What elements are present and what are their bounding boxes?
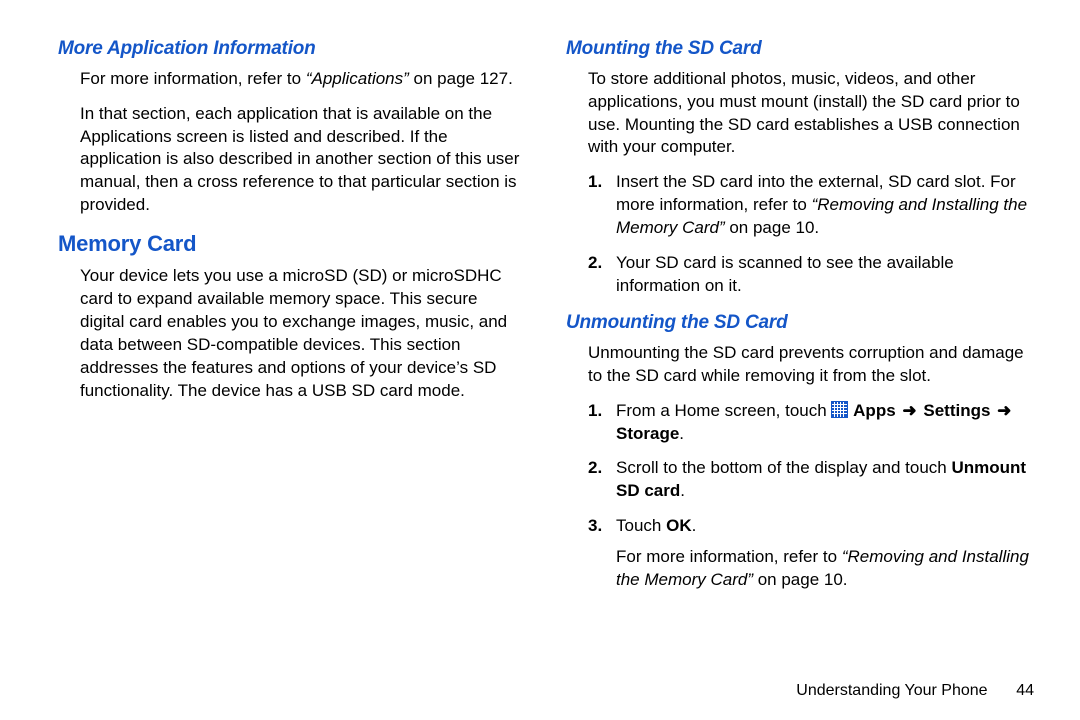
- label-storage: Storage: [616, 424, 679, 443]
- step-text: Touch OK.: [616, 515, 1034, 538]
- left-column: More Application Information For more in…: [58, 36, 526, 680]
- text: on page 10.: [725, 218, 820, 237]
- text: on page 10.: [753, 570, 848, 589]
- arrow-icon: ➜: [900, 401, 918, 420]
- unmount-steps: 1. From a Home screen, touch Apps ➜ Sett…: [566, 400, 1034, 539]
- apps-grid-icon: [831, 401, 848, 418]
- text: For more information, refer to: [616, 547, 842, 566]
- text: From a Home screen, touch: [616, 401, 831, 420]
- step-number: 1.: [588, 400, 616, 446]
- page-body: More Application Information For more in…: [0, 0, 1080, 680]
- footer-section: Understanding Your Phone: [796, 682, 987, 699]
- label-ok: OK: [666, 516, 692, 535]
- page-footer: Understanding Your Phone 44: [0, 680, 1080, 702]
- text: .: [679, 424, 684, 443]
- para-section-desc: In that section, each application that i…: [80, 103, 526, 218]
- step-number: 1.: [588, 171, 616, 240]
- text: Scroll to the bottom of the display and …: [616, 458, 951, 477]
- heading-more-app-info: More Application Information: [58, 36, 526, 62]
- unmount-step-2: 2. Scroll to the bottom of the display a…: [566, 457, 1034, 503]
- text: on page 127.: [409, 69, 513, 88]
- mount-step-2: 2. Your SD card is scanned to see the av…: [566, 252, 1034, 298]
- right-column: Mounting the SD Card To store additional…: [566, 36, 1034, 680]
- step-number: 3.: [588, 515, 616, 538]
- para-unmounting: Unmounting the SD card prevents corrupti…: [588, 342, 1034, 388]
- footer-page-number: 44: [992, 680, 1034, 702]
- text: .: [692, 516, 697, 535]
- step-text: Scroll to the bottom of the display and …: [616, 457, 1034, 503]
- label-apps: Apps: [853, 401, 896, 420]
- text: For more information, refer to: [80, 69, 306, 88]
- unmount-step-3: 3. Touch OK.: [566, 515, 1034, 538]
- mount-step-1: 1. Insert the SD card into the external,…: [566, 171, 1034, 240]
- text: .: [680, 481, 685, 500]
- para-more-info-ref: For more information, refer to “Applicat…: [80, 68, 526, 91]
- step-text: Insert the SD card into the external, SD…: [616, 171, 1034, 240]
- heading-unmounting: Unmounting the SD Card: [566, 310, 1034, 336]
- heading-memory-card: Memory Card: [58, 229, 526, 259]
- heading-mounting: Mounting the SD Card: [566, 36, 1034, 62]
- text: Touch: [616, 516, 666, 535]
- para-ref-removing: For more information, refer to “Removing…: [616, 546, 1034, 592]
- step-number: 2.: [588, 457, 616, 503]
- label-settings: Settings: [923, 401, 990, 420]
- ref-applications: “Applications”: [306, 69, 409, 88]
- step-text: From a Home screen, touch Apps ➜ Setting…: [616, 400, 1034, 446]
- arrow-icon: ➜: [995, 401, 1013, 420]
- mount-steps: 1. Insert the SD card into the external,…: [566, 171, 1034, 298]
- step-number: 2.: [588, 252, 616, 298]
- para-memory-card: Your device lets you use a microSD (SD) …: [80, 265, 526, 403]
- para-mounting: To store additional photos, music, video…: [588, 68, 1034, 160]
- unmount-step-1: 1. From a Home screen, touch Apps ➜ Sett…: [566, 400, 1034, 446]
- step-text: Your SD card is scanned to see the avail…: [616, 252, 1034, 298]
